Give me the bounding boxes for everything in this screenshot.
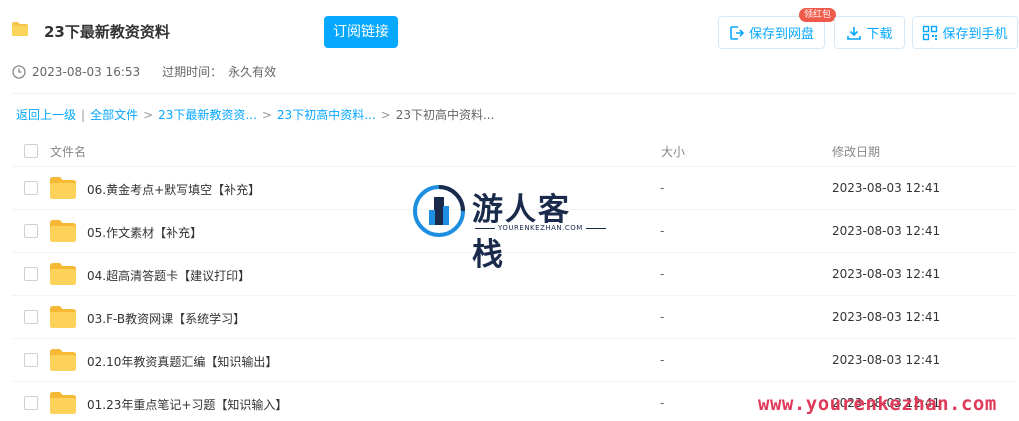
row-checkbox[interactable] bbox=[24, 224, 38, 238]
file-name[interactable]: 03.F-B教资网课【系统学习】 bbox=[87, 310, 245, 327]
breadcrumb-all-files[interactable]: 全部文件 bbox=[90, 106, 138, 123]
row-checkbox[interactable] bbox=[24, 181, 38, 195]
file-modified-date: 2023-08-03 12:41 bbox=[832, 353, 941, 367]
column-header-name[interactable]: 文件名 bbox=[50, 143, 86, 160]
file-name[interactable]: 02.10年教资真题汇编【知识输出】 bbox=[87, 353, 277, 370]
row-checkbox[interactable] bbox=[24, 353, 38, 367]
table-header: 文件名 大小 修改日期 bbox=[12, 135, 1016, 167]
column-header-size[interactable]: 大小 bbox=[661, 143, 685, 160]
file-size: - bbox=[660, 267, 665, 281]
expire-value: 永久有效 bbox=[228, 65, 277, 79]
watermark-url-small: YOURENKEZHAN.COM bbox=[472, 224, 609, 232]
watermark-logo: 游人客栈 YOURENKEZHAN.COM bbox=[412, 182, 606, 273]
file-size: - bbox=[660, 396, 665, 410]
folder-icon bbox=[50, 392, 76, 414]
file-modified-date: 2023-08-03 12:41 bbox=[832, 181, 941, 195]
clock-icon bbox=[12, 64, 26, 79]
save-to-phone-button[interactable]: 保存到手机 bbox=[912, 16, 1018, 49]
breadcrumb-level2[interactable]: 23下初高中资料... bbox=[277, 106, 376, 123]
share-title: 23下最新教资资料 bbox=[44, 23, 170, 41]
row-checkbox[interactable] bbox=[24, 396, 38, 410]
file-modified-date: 2023-08-03 12:41 bbox=[832, 310, 941, 324]
folder-icon bbox=[50, 306, 76, 328]
column-header-date[interactable]: 修改日期 bbox=[832, 143, 880, 160]
folder-icon bbox=[50, 263, 76, 285]
expire-label: 过期时间： bbox=[162, 65, 223, 79]
file-size: - bbox=[660, 224, 665, 238]
breadcrumb-current: 23下初高中资料... bbox=[395, 108, 495, 122]
file-modified-date: 2023-08-03 12:41 bbox=[832, 267, 941, 281]
folder-icon bbox=[12, 22, 28, 36]
breadcrumb-chevron: > bbox=[143, 107, 154, 122]
header-divider bbox=[12, 93, 1016, 94]
breadcrumb-level1[interactable]: 23下最新教资资... bbox=[158, 106, 257, 123]
file-name[interactable]: 01.23年重点笔记+习题【知识输入】 bbox=[87, 396, 287, 413]
file-row[interactable]: 02.10年教资真题汇编【知识输出】 - 2023-08-03 12:41 bbox=[12, 339, 1016, 382]
breadcrumb-chevron: > bbox=[380, 107, 391, 122]
row-checkbox[interactable] bbox=[24, 310, 38, 324]
file-size: - bbox=[660, 353, 665, 367]
watermark-url-small-text: YOURENKEZHAN.COM bbox=[498, 224, 583, 232]
share-time: 2023-08-03 16:53 bbox=[32, 64, 141, 79]
share-meta: 2023-08-03 16:53 过期时间： 永久有效 bbox=[12, 63, 276, 80]
breadcrumb: 返回上一级 | 全部文件 > 23下最新教资资... > 23下初高中资料...… bbox=[16, 106, 494, 123]
breadcrumb-back[interactable]: 返回上一级 bbox=[16, 106, 76, 123]
save-to-phone-label: 保存到手机 bbox=[942, 27, 1008, 42]
breadcrumb-separator: | bbox=[81, 107, 86, 122]
breadcrumb-chevron: > bbox=[261, 107, 272, 122]
watermark-emblem-icon bbox=[413, 185, 465, 237]
file-name[interactable]: 05.作文素材【补充】 bbox=[87, 224, 202, 241]
save-to-disk-icon bbox=[730, 25, 745, 40]
red-packet-badge: 领红包 bbox=[799, 8, 837, 22]
file-modified-date: 2023-08-03 12:41 bbox=[832, 224, 941, 238]
select-all-checkbox[interactable] bbox=[24, 144, 38, 158]
download-button[interactable]: 下载 bbox=[834, 16, 905, 49]
folder-icon bbox=[50, 177, 76, 199]
folder-icon bbox=[50, 349, 76, 371]
save-to-netdisk-label: 保存到网盘 bbox=[748, 27, 814, 42]
file-size: - bbox=[660, 181, 665, 195]
file-name[interactable]: 04.超高清答题卡【建议打印】 bbox=[87, 267, 250, 284]
file-name[interactable]: 06.黄金考点+默写填空【补充】 bbox=[87, 181, 260, 198]
file-row[interactable]: 03.F-B教资网课【系统学习】 - 2023-08-03 12:41 bbox=[12, 296, 1016, 339]
file-size: - bbox=[660, 310, 665, 324]
download-label: 下载 bbox=[866, 27, 893, 42]
download-icon bbox=[847, 26, 862, 40]
share-header: 23下最新教资资料 订阅链接 保存到网盘 领红包 下载 保存到手机 2023-0… bbox=[0, 0, 1019, 94]
qr-code-icon bbox=[923, 25, 938, 40]
subscribe-link-button[interactable]: 订阅链接 bbox=[324, 16, 398, 48]
row-checkbox[interactable] bbox=[24, 267, 38, 281]
watermark-url-bottom: www.yourenkezhan.com bbox=[758, 393, 997, 415]
folder-icon bbox=[50, 220, 76, 242]
